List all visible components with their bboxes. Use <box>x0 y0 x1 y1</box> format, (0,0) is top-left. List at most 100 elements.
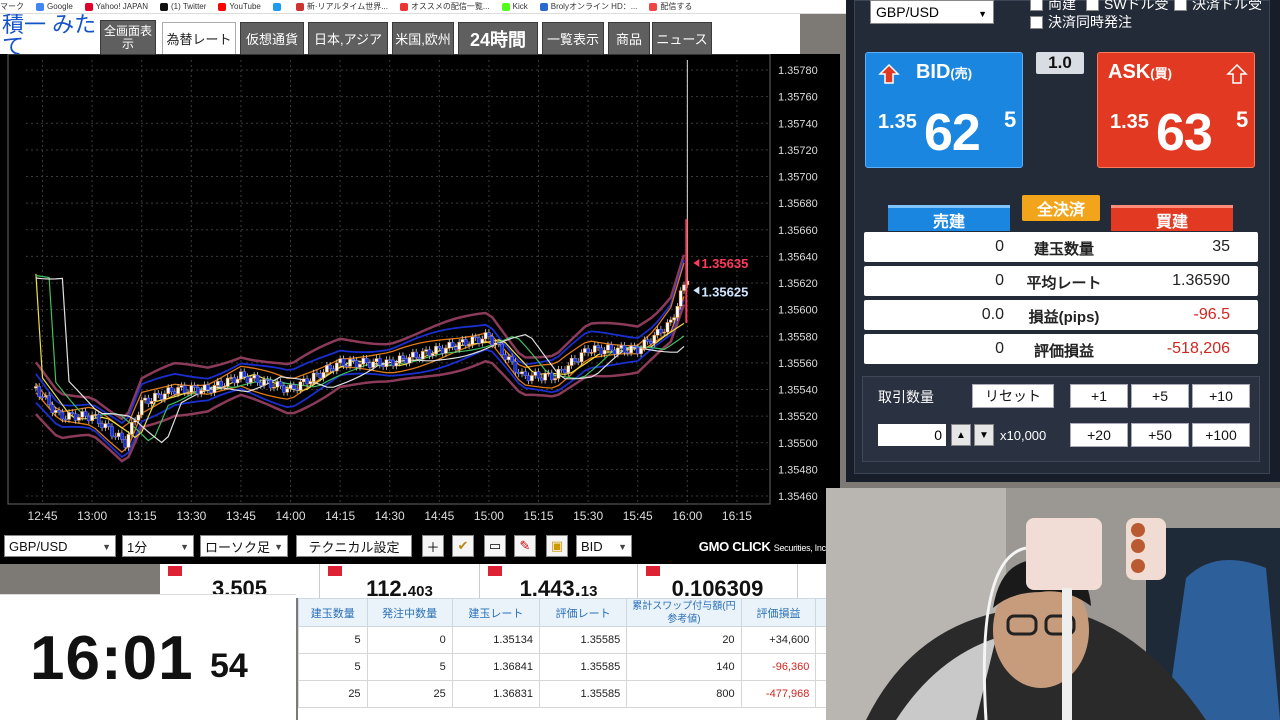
bookmark-broly[interactable]: Brolyオンライン HD：... <box>539 1 637 12</box>
bookmark-recommend[interactable]: オススメの配信一覧... <box>399 1 490 12</box>
ask-button[interactable]: ASK(買) 1.35 63 5 <box>1097 52 1255 168</box>
tab-24h[interactable]: 24時間 <box>458 22 538 54</box>
y-tick-label: 1.35460 <box>778 491 818 503</box>
col-header[interactable]: 評価レート <box>539 598 628 627</box>
price-type-select[interactable]: BID ▼ <box>576 535 632 557</box>
bookmark-youtube[interactable]: YouTube <box>218 2 261 11</box>
col-header[interactable]: 建玉レート <box>451 598 541 627</box>
sell-open-button[interactable]: 売建 <box>888 205 1010 231</box>
qty-label: 取引数量 <box>878 389 934 405</box>
simultaneous-order-checkbox[interactable]: 決済同時発注 <box>1030 12 1132 32</box>
y-tick-label: 1.35500 <box>778 438 818 450</box>
reset-button[interactable]: リセット <box>972 384 1054 408</box>
pair-select[interactable]: GBP/USD ▼ <box>4 535 116 557</box>
tab-japan-asia[interactable]: 日本,アジア <box>308 22 388 54</box>
comment-icon[interactable]: ▭ <box>484 535 506 557</box>
sell-value: 0 <box>995 238 1004 255</box>
candle-body <box>407 356 412 364</box>
chevron-down-icon: ▼ <box>102 542 111 552</box>
checkbox-box <box>1086 0 1099 11</box>
bookmark-kick[interactable]: Kick <box>501 2 528 11</box>
image-icon[interactable]: ▣ <box>546 535 568 557</box>
ask-prefix: 1.35 <box>1110 111 1149 133</box>
plus-20-button[interactable]: +20 <box>1070 423 1128 447</box>
position-qty-row: 0 建玉数量 35 <box>864 232 1258 262</box>
candle-body <box>186 392 190 394</box>
pen-icon[interactable]: ✎ <box>514 535 536 557</box>
tab-commodities[interactable]: 商品 <box>608 22 650 54</box>
bid-pip-digit: 5 <box>1004 107 1017 132</box>
qty-input[interactable]: 0 <box>878 424 946 446</box>
plus-10-button[interactable]: +10 <box>1192 384 1250 408</box>
bookmark-google[interactable]: Google <box>36 2 73 11</box>
interval-select[interactable]: 1分 ▼ <box>122 535 194 557</box>
table-row[interactable]: 5 5 1.36841 1.35585 140 -96,360 <box>298 653 832 681</box>
candle-body <box>225 377 230 387</box>
candle-body <box>242 371 247 377</box>
technical-settings-button[interactable]: テクニカル設定 <box>296 535 412 557</box>
candle-body <box>599 347 604 355</box>
cell: 25 <box>366 680 453 708</box>
candle-body <box>295 388 299 391</box>
table-row[interactable]: 5 0 1.35134 1.35585 20 +34,600 <box>298 626 832 654</box>
panel-pair-select[interactable]: GBP/USD ▼ <box>870 0 994 24</box>
decrement-icon[interactable]: ▼ <box>974 424 994 446</box>
close-all-button[interactable]: 全決済 <box>1022 195 1100 221</box>
tab-forex-rate[interactable]: 為替レート <box>162 22 236 54</box>
increment-icon[interactable]: ▲ <box>951 424 971 446</box>
bid-big-figure: 62 <box>924 104 981 162</box>
plus-1-button[interactable]: +1 <box>1070 384 1128 408</box>
candle-body <box>166 387 171 394</box>
bookmark-realtime[interactable]: 新·リアルタイム世界... <box>295 1 388 12</box>
tab-fullscreen[interactable]: 全画面表示 <box>100 20 156 54</box>
tab-news[interactable]: ニュース <box>652 22 712 54</box>
tab-crypto[interactable]: 仮想通貨 <box>240 22 304 54</box>
sell-value: 0.0 <box>981 306 1004 323</box>
bid-button[interactable]: BID(売) 1.35 62 5 <box>865 52 1023 168</box>
check-icon[interactable]: ✔ <box>452 535 474 557</box>
col-header[interactable]: 累計スワップ付与額(円参考値) <box>626 598 742 627</box>
google-icon <box>36 2 44 11</box>
bookmark-twitter[interactable]: (1) Twitter <box>159 2 206 11</box>
tab-us-europe[interactable]: 米国,欧州 <box>392 22 454 54</box>
bookmark-yahoo[interactable]: Yahoo! JAPAN <box>84 2 148 11</box>
candle-body <box>103 423 108 429</box>
rate-cell[interactable]: 1.443.13 <box>480 564 638 598</box>
chart-type-select[interactable]: ローソク足 ▼ <box>200 535 288 557</box>
bookmark-item[interactable]: マーク <box>0 1 24 12</box>
col-header[interactable]: 発注中数量 <box>366 598 453 627</box>
cell: 1.35585 <box>539 653 628 681</box>
tab-list[interactable]: 一覧表示 <box>542 22 604 54</box>
check-label: 決済ドル受 <box>1192 0 1262 12</box>
crosshair-icon[interactable]: ＋ <box>422 535 444 557</box>
buy-open-button[interactable]: 買建 <box>1111 205 1233 231</box>
rate-cell[interactable]: 0.106309 <box>638 564 798 598</box>
candle-body <box>113 435 118 438</box>
plus-5-button[interactable]: +5 <box>1131 384 1189 408</box>
table-row[interactable]: 25 25 1.36831 1.35585 800 -477,968 <box>298 680 832 708</box>
cell: -477,968 <box>740 680 817 708</box>
candle-body <box>129 421 134 435</box>
candle-body <box>440 347 445 354</box>
col-header[interactable]: 建玉数量 <box>298 598 368 627</box>
settle-dollar-checkbox[interactable]: 決済ドル受 <box>1174 0 1262 14</box>
brand-sub: Securities, Inc. <box>773 543 829 553</box>
bookmark-stream[interactable]: 配信する <box>649 1 692 12</box>
candle-body <box>506 356 511 361</box>
price-chart[interactable]: 1.35780 1.35760 1.35740 1.35720 1.35700 1.356… <box>0 54 840 564</box>
check-label: 決済同時発注 <box>1048 14 1132 30</box>
candle-body <box>169 387 174 393</box>
col-header[interactable]: 評価損益 <box>740 598 817 627</box>
candle-body <box>602 349 607 355</box>
rate-cell[interactable]: 3.505 <box>160 564 320 598</box>
pips-row: 0.0 損益(pips) -96.5 <box>864 300 1258 330</box>
rate-cell[interactable]: 112.403 <box>320 564 480 598</box>
y-tick-label: 1.35700 <box>778 172 818 184</box>
bookmark-twitter-bird[interactable] <box>272 2 284 11</box>
buy-value: 1.36590 <box>1172 272 1230 289</box>
plus-50-button[interactable]: +50 <box>1131 423 1189 447</box>
left-strip-text: 積一 みたて <box>2 14 97 54</box>
candle-body <box>563 369 567 374</box>
x-tick-label: 13:30 <box>176 509 206 523</box>
plus-100-button[interactable]: +100 <box>1192 423 1250 447</box>
